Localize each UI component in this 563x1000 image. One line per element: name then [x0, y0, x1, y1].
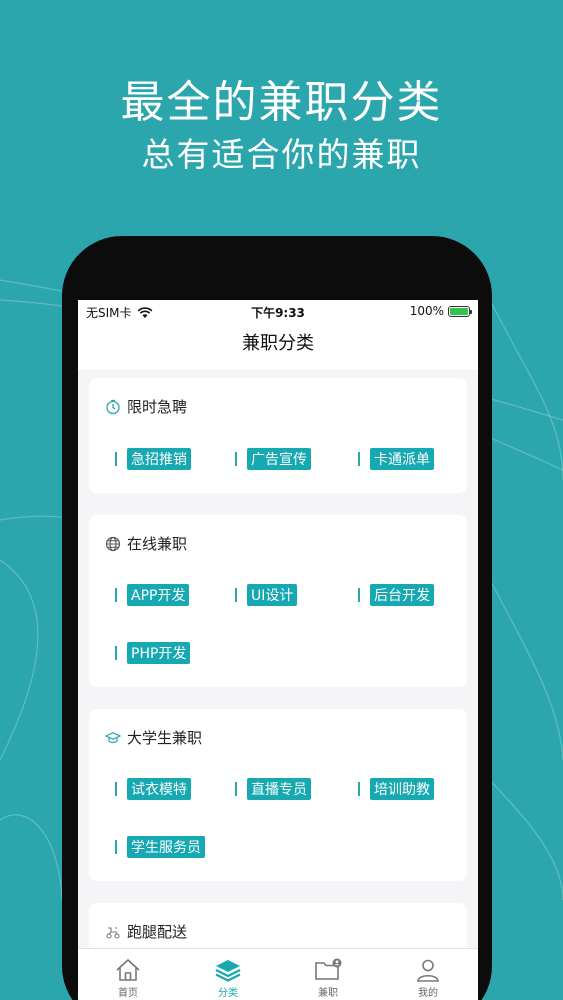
bottom-tab-bar: 首页 分类 兼职 我的: [78, 948, 478, 1000]
layers-icon: [215, 960, 241, 982]
category-title-label: 跑腿配送: [127, 923, 188, 941]
tag-divider: [358, 452, 360, 466]
tag-item[interactable]: 后台开发: [358, 584, 434, 606]
category-title-label: 在线兼职: [127, 535, 188, 553]
headline-primary: 最全的兼职分类: [120, 77, 443, 128]
tag-item[interactable]: PHP开发: [115, 642, 191, 664]
globe-icon: [105, 536, 121, 551]
tab-home[interactable]: 首页: [78, 949, 178, 1000]
tag-item[interactable]: APP开发: [115, 584, 190, 606]
tag-item[interactable]: 卡通派单: [358, 448, 434, 470]
category-title: 大学生兼职: [105, 727, 202, 748]
category-title: 限时急聘: [105, 396, 187, 417]
tag-label[interactable]: UI设计: [247, 584, 298, 606]
tag-item[interactable]: 培训助教: [358, 778, 434, 800]
tag-item[interactable]: 试衣模特: [115, 778, 191, 800]
tag-label[interactable]: 直播专员: [247, 778, 311, 800]
status-bar: 无SIM卡 下午9:33 100%: [78, 300, 478, 322]
tag-item[interactable]: UI设计: [235, 584, 298, 606]
category-title-label: 大学生兼职: [127, 729, 203, 747]
tag-label[interactable]: PHP开发: [127, 642, 191, 664]
home-icon: [116, 958, 140, 981]
battery-icon: [448, 305, 472, 317]
tag-label[interactable]: 学生服务员: [127, 836, 205, 858]
category-card-urgent: 限时急聘 急招推销 广告宣传 卡通派单: [89, 378, 467, 493]
battery-percentage: 100%: [409, 304, 444, 318]
tag-divider: [235, 452, 237, 466]
timer-icon: [106, 399, 120, 414]
tab-label: 首页: [118, 988, 138, 999]
category-card-students: 大学生兼职 试衣模特 直播专员 培训助教 学生服务员: [89, 709, 467, 881]
tag-item[interactable]: 学生服务员: [115, 836, 205, 858]
tag-divider: [235, 782, 237, 796]
tab-label: 兼职: [318, 988, 338, 999]
tag-divider: [115, 782, 117, 796]
tag-label[interactable]: 培训助教: [370, 778, 434, 800]
tag-label[interactable]: APP开发: [127, 584, 190, 606]
tag-item[interactable]: 广告宣传: [235, 448, 311, 470]
tag-divider: [235, 588, 237, 602]
tag-divider: [115, 840, 117, 854]
tag-label[interactable]: 后台开发: [370, 584, 434, 606]
graduation-cap-icon: [105, 731, 121, 743]
category-title-label: 限时急聘: [127, 398, 188, 416]
scooter-icon: [106, 926, 120, 939]
tab-label: 分类: [218, 988, 238, 999]
tag-item[interactable]: 急招推销: [115, 448, 191, 470]
tag-label[interactable]: 急招推销: [127, 448, 191, 470]
tab-label: 我的: [418, 988, 438, 999]
tag-divider: [115, 646, 117, 660]
folder-user-icon: [315, 958, 342, 980]
category-title: 在线兼职: [105, 533, 187, 554]
tag-divider: [358, 588, 360, 602]
tab-jobs[interactable]: 兼职: [278, 949, 378, 1000]
tab-profile[interactable]: 我的: [378, 949, 478, 1000]
tag-divider: [358, 782, 360, 796]
tag-label[interactable]: 试衣模特: [127, 778, 191, 800]
page-title: 兼职分类: [78, 322, 478, 370]
tab-categories[interactable]: 分类: [178, 949, 278, 1000]
category-title: 跑腿配送: [105, 921, 187, 942]
headline-secondary: 总有适合你的兼职: [141, 135, 422, 174]
user-icon: [417, 959, 439, 982]
tag-divider: [115, 588, 117, 602]
tag-divider: [115, 452, 117, 466]
tag-label[interactable]: 卡通派单: [370, 448, 434, 470]
tag-label[interactable]: 广告宣传: [247, 448, 311, 470]
tag-item[interactable]: 直播专员: [235, 778, 311, 800]
category-card-online: 在线兼职 APP开发 UI设计 后台开发 PHP开发: [89, 515, 467, 687]
phone-screen: 无SIM卡 下午9:33 100% 兼职分类 限时急聘 急招推销 广告宣传 卡通…: [78, 300, 478, 1000]
